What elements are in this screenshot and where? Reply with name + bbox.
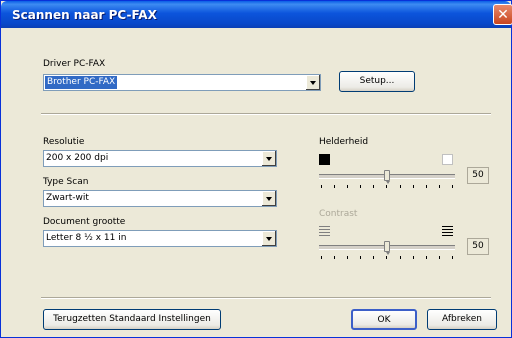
setup-button[interactable]: Setup... bbox=[339, 71, 415, 92]
resolution-label: Resolutie bbox=[43, 137, 85, 147]
chevron-down-icon[interactable] bbox=[261, 191, 276, 206]
chevron-down-icon[interactable] bbox=[261, 231, 276, 246]
resolution-select-value: 200 x 200 dpi bbox=[46, 153, 109, 163]
high-contrast-icon bbox=[442, 226, 453, 236]
brightness-ticks bbox=[321, 185, 453, 188]
low-contrast-icon bbox=[319, 226, 330, 236]
contrast-slider-thumb[interactable] bbox=[384, 241, 390, 255]
title-bar[interactable]: Scannen naar PC-FAX ✕ bbox=[1, 1, 512, 28]
scan-type-select[interactable]: Zwart-wit bbox=[43, 190, 277, 207]
contrast-label: Contrast bbox=[319, 209, 358, 219]
chevron-down-icon[interactable] bbox=[261, 151, 276, 166]
window-title: Scannen naar PC-FAX bbox=[12, 8, 157, 22]
contrast-ticks bbox=[321, 256, 453, 259]
scan-type-select-value: Zwart-wit bbox=[46, 193, 89, 203]
bottom-separator bbox=[41, 297, 491, 299]
brightness-value: 50 bbox=[467, 167, 489, 184]
close-icon[interactable]: ✕ bbox=[493, 4, 512, 25]
brightness-slider-thumb[interactable] bbox=[384, 170, 390, 184]
driver-select-value: Brother PC-FAX bbox=[45, 76, 118, 89]
document-size-select-value: Letter 8 ½ x 11 in bbox=[46, 233, 127, 243]
resolution-select[interactable]: 200 x 200 dpi bbox=[43, 150, 277, 167]
reset-defaults-button[interactable]: Terugzetten Standaard Instellingen bbox=[43, 309, 221, 330]
top-separator bbox=[41, 113, 491, 115]
black-square-icon bbox=[319, 154, 330, 165]
scan-to-pcfax-dialog: Scannen naar PC-FAX ✕ Driver PC-FAX Brot… bbox=[0, 0, 512, 338]
chevron-down-icon[interactable] bbox=[305, 75, 320, 90]
ok-button[interactable]: OK bbox=[351, 309, 417, 330]
white-square-icon bbox=[442, 154, 453, 165]
driver-select[interactable]: Brother PC-FAX bbox=[43, 74, 321, 91]
driver-label: Driver PC-FAX bbox=[43, 59, 106, 69]
brightness-label: Helderheid bbox=[319, 137, 369, 147]
scan-type-label: Type Scan bbox=[43, 177, 89, 187]
document-size-select[interactable]: Letter 8 ½ x 11 in bbox=[43, 230, 277, 247]
document-size-label: Document grootte bbox=[43, 217, 126, 227]
cancel-button[interactable]: Afbreken bbox=[427, 309, 497, 330]
contrast-value: 50 bbox=[467, 238, 489, 255]
